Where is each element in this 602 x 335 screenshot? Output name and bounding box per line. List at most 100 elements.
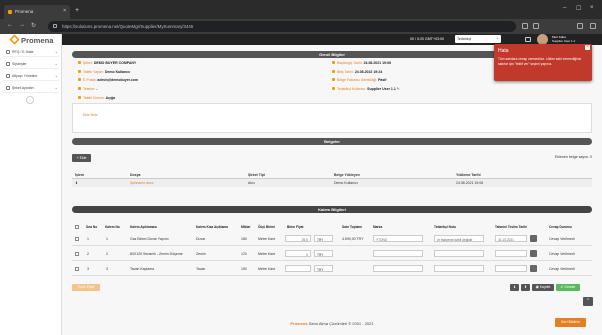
maximize-icon[interactable]: ☐ <box>576 5 581 12</box>
column-header: Kalem Kısa Açıklama <box>196 225 228 229</box>
settings-icon <box>6 86 10 90</box>
edit-icon[interactable]: ✎ <box>397 87 400 91</box>
sidebar-item-rfq[interactable]: RFQ / E-İhale ⌄ <box>3 48 59 57</box>
field-end-date: Bitiş Tarihi: 24.08.2022 19:24 <box>332 70 382 74</box>
send-button[interactable]: ✔ Gönder <box>556 284 580 291</box>
field-supplier-user: Tedarikçi Kullanıcı: Supplier User 1.1 ✎ <box>332 87 400 91</box>
column-header: Kalem Açıklaması <box>130 225 157 229</box>
profile-icon[interactable] <box>590 23 596 29</box>
chevron-down-icon: ⌄ <box>495 36 499 40</box>
tab-title: Promena <box>15 9 34 14</box>
reload-icon[interactable]: ↻ <box>31 22 36 29</box>
row-checkbox[interactable] <box>75 252 79 256</box>
supplier-note-input[interactable]: ör malzeme dahil değildir <box>434 235 484 242</box>
field-email: E-Posta: admin@demobuyer.com <box>78 78 138 82</box>
row-status: Cevap Verilmedi <box>549 267 575 271</box>
save-button[interactable]: ▣ Kaydet <box>532 284 554 291</box>
field-phone: Telefon: - <box>78 87 97 91</box>
sidebar-item-label: Siparişler <box>12 62 27 66</box>
bookmark-star-icon[interactable] <box>533 23 539 29</box>
extensions-icon[interactable] <box>577 23 583 29</box>
forward-icon[interactable]: → <box>19 22 25 28</box>
role-select[interactable]: Tedarikçi ⌄ <box>455 35 501 43</box>
calendar-icon[interactable] <box>530 265 537 272</box>
infrastructure-icon <box>6 74 10 78</box>
upload-button[interactable]: ⬆ <box>521 284 530 291</box>
install-icon[interactable] <box>522 23 528 29</box>
row-short-desc: Tavan <box>196 267 206 271</box>
column-header: İşlem <box>75 173 84 177</box>
sidebar-item-company-settings[interactable]: Şirket Ayarları ⌄ <box>3 84 59 93</box>
row-kalem: 3 <box>106 267 108 271</box>
url-field[interactable]: https://solutions.promena.net/QuoteMgr/S… <box>48 21 516 32</box>
sidebar-item-orders[interactable]: Siparişler ⌄ <box>3 60 59 69</box>
supplier-note-input[interactable] <box>434 250 484 257</box>
download-icon[interactable]: ⬇ <box>75 181 78 185</box>
close-tab-icon[interactable]: × <box>63 8 66 14</box>
row-quantity: 180 <box>241 237 247 241</box>
chat-icon[interactable] <box>525 37 531 42</box>
delivery-date-input[interactable] <box>495 265 527 272</box>
close-icon[interactable]: × <box>585 45 590 50</box>
phone-icon <box>78 87 81 90</box>
currency-select[interactable]: TRY <box>314 265 333 272</box>
bulk-price-button[interactable]: Toplu Fiyat <box>72 284 100 291</box>
sidebar-collapse-button[interactable]: ‹ <box>26 96 34 104</box>
row-checkbox[interactable] <box>75 237 79 241</box>
unit-price-input[interactable] <box>285 265 311 272</box>
browser-tab[interactable]: Promena × <box>4 5 70 19</box>
timezone-text: 00 / 0:20 GMT+03:00 <box>410 37 445 41</box>
error-toast: Hata × Tüm satırlara cevap vermediniz. L… <box>494 44 592 81</box>
favicon-icon <box>8 10 12 14</box>
add-document-button[interactable]: + Ekle <box>72 154 91 162</box>
sidebar-item-label: Altyapı Yönetimi <box>12 74 38 78</box>
column-header: Marka <box>373 225 383 229</box>
unit-price-input[interactable]: 25,5 <box>285 235 311 242</box>
column-header: Satır Toplamı <box>342 225 362 229</box>
main-content: Genel Bilgiler Şirket: DEMO BUYER COMPAN… <box>62 45 602 335</box>
note-box: Ekic Notu <box>72 103 592 133</box>
currency-select[interactable]: TRY <box>314 250 333 257</box>
brand-input[interactable]: YTONG <box>373 235 423 242</box>
row-unit: Metre Kare <box>258 267 276 271</box>
column-header: Ölçü Birimi <box>258 225 276 229</box>
brand-input[interactable] <box>373 265 423 272</box>
select-all-checkbox[interactable] <box>75 225 79 229</box>
row-short-desc: Duvar <box>196 237 206 241</box>
row-total: 4.590,00 TRY <box>342 237 364 241</box>
info-icon <box>78 61 81 64</box>
column-header: Tahmini Teslim Tarihi <box>495 225 528 229</box>
supplier-note-input[interactable] <box>434 265 484 272</box>
brand-input[interactable] <box>373 250 423 257</box>
field-status: Talebi Durum: Açığa <box>78 96 115 100</box>
row-description: 80X120 Seramik - Zemin Döşeme <box>130 252 183 256</box>
calendar-icon[interactable] <box>530 235 537 242</box>
table-header: İşlem Dosya Şirket Tipi Belge Yükleyen Y… <box>72 172 592 179</box>
download-button[interactable]: ⬇ <box>510 284 519 291</box>
feedback-button[interactable]: Geri Bildirim <box>555 318 586 327</box>
row-checkbox[interactable] <box>75 267 79 271</box>
user-info[interactable]: Mert Kaba Supplier User 1.1 <box>552 35 575 43</box>
currency-select[interactable]: TRY <box>314 235 333 242</box>
delivery-date-input[interactable]: 31.10.2021 <box>495 235 527 242</box>
footer: Promena Satın Alma Çözümleri © 2001 - 20… <box>290 321 374 326</box>
row-status: Cevap Verilmedi <box>549 237 575 241</box>
minimize-icon[interactable]: – <box>563 5 566 11</box>
unit-price-input[interactable]: 0 <box>285 250 311 257</box>
row-description: Tavan Kaplama <box>130 267 155 271</box>
back-icon[interactable]: ← <box>7 22 13 28</box>
document-link[interactable]: Şartname.docx <box>130 181 154 185</box>
table-cell: Alıcı <box>248 181 255 185</box>
new-tab-icon[interactable]: + <box>75 7 79 14</box>
url-text: https://solutions.promena.net/QuoteMgr/S… <box>62 24 194 29</box>
browser-tabbar: Promena × + – ☐ × <box>0 0 602 19</box>
scroll-top-button[interactable]: ⌃ <box>583 297 593 306</box>
row-unit: Metre Kare <box>258 237 276 241</box>
table-cell: 24.08.2021 19:06 <box>456 181 484 185</box>
delivery-date-input[interactable] <box>495 250 527 257</box>
promena-logo[interactable]: Promena <box>9 34 54 45</box>
window-close-icon[interactable]: × <box>590 5 594 11</box>
sidebar-item-infrastructure[interactable]: Altyapı Yönetimi ⌄ <box>3 72 59 81</box>
orders-icon <box>6 62 10 66</box>
calendar-icon[interactable] <box>530 250 537 257</box>
